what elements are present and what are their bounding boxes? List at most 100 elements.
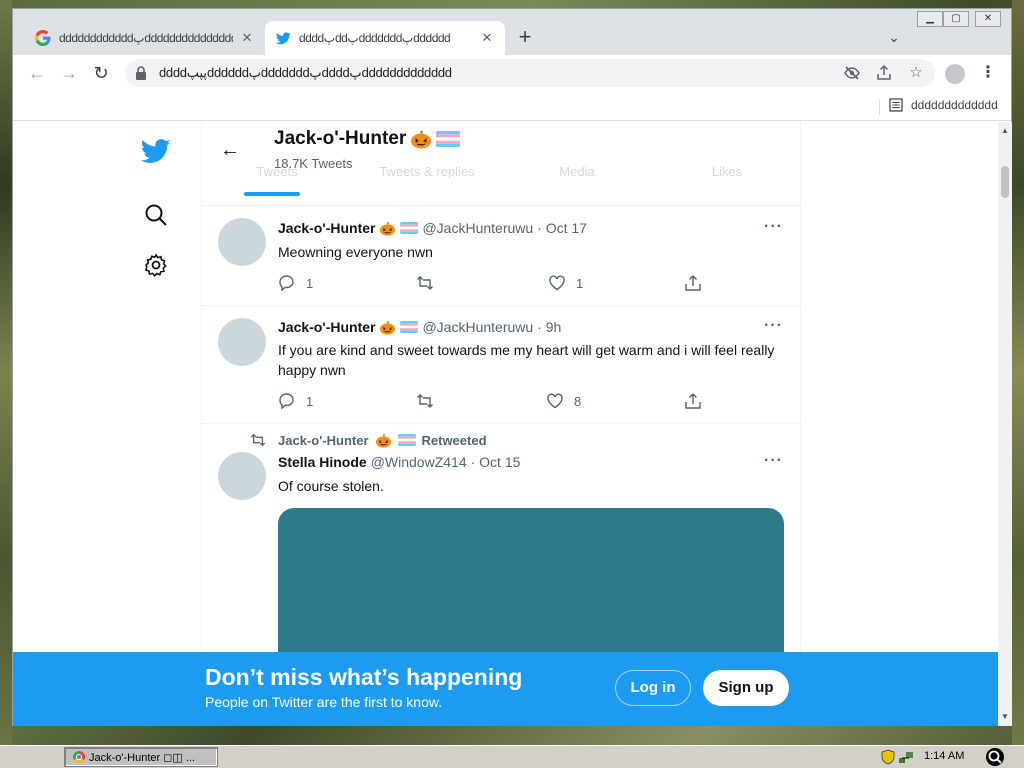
tab-tweets-replies[interactable]: Tweets & replies [352, 158, 502, 198]
author-name[interactable]: Jack-o'-Hunter [278, 319, 375, 335]
retweeted-text: Retweeted [421, 432, 487, 448]
vertical-scrollbar[interactable]: ▲ ▼ [998, 122, 1012, 726]
pumpkin-emoji-icon [380, 320, 396, 335]
more-options-icon[interactable]: ··· [764, 317, 783, 335]
profile-avatar-icon[interactable] [945, 64, 965, 84]
more-options-icon[interactable]: ··· [764, 452, 783, 470]
apple-menu-icon[interactable] [18, 749, 34, 765]
reply-button[interactable]: 1 [278, 392, 313, 410]
avatar[interactable] [218, 318, 266, 366]
url-text: ddddپپپddddddپdddddddپddddپddddddddddddd [159, 65, 452, 80]
settings-gear-icon[interactable] [141, 250, 171, 280]
star-bookmark-icon[interactable]: ☆ [907, 64, 925, 82]
author-handle[interactable]: @WindowZ414 [371, 454, 467, 470]
avatar[interactable] [218, 218, 266, 266]
shield-icon[interactable] [880, 749, 896, 765]
reading-list-icon [889, 98, 903, 112]
author-name[interactable]: Stella Hinode [278, 454, 367, 470]
retweeted-label: Jack-o'-Hunter Retweeted [250, 432, 487, 448]
tab-title: ddddپddپdddddddپdddddd [299, 31, 451, 45]
retweet-button[interactable] [416, 392, 434, 410]
retweet-button[interactable] [416, 274, 434, 292]
tweet-count: 18.7K Tweets [274, 156, 353, 171]
chrome-icon [73, 751, 85, 763]
tweet-text: Meowning everyone nwn [278, 244, 433, 260]
retweeter-name[interactable]: Jack-o'-Hunter [278, 433, 369, 448]
reply-count: 1 [306, 275, 314, 291]
reading-list-button[interactable]: ddddddddddddd [889, 98, 998, 112]
chevron-down-icon[interactable]: ⌄ [885, 29, 903, 47]
pumpkin-emoji-icon [411, 130, 432, 149]
maximize-button[interactable]: ▢ [943, 11, 969, 27]
tab-likes[interactable]: Likes [652, 158, 802, 198]
taskbar: Jack-o'-Hunter ◻◫ ... 1:14 AM [0, 745, 1024, 768]
author-handle[interactable]: @JackHunteruwu [422, 220, 533, 236]
google-g-icon [35, 30, 51, 46]
close-tab-icon[interactable]: ✕ [479, 30, 495, 46]
close-tab-icon[interactable]: ✕ [239, 30, 255, 46]
share-icon [685, 393, 701, 409]
tab-media[interactable]: Media [502, 158, 652, 198]
pumpkin-emoji-icon [375, 433, 391, 448]
reload-button[interactable]: ↻ [89, 61, 113, 85]
back-button[interactable]: ← [25, 61, 49, 85]
browser-tab-google[interactable]: ddddddddddddپddddddddddddddd ✕ [25, 21, 265, 55]
more-options-icon[interactable]: ··· [764, 218, 783, 236]
banner-subtitle: People on Twitter are the first to know. [205, 694, 443, 710]
forward-button[interactable]: → [57, 61, 81, 85]
reading-list-label: ddddddddddddd [911, 98, 998, 112]
tweet[interactable]: Jack-o'-Hunter @JackHunteruwu · 9h ··· I… [202, 306, 802, 424]
tweet-time[interactable]: · Oct 15 [471, 454, 521, 470]
eye-slash-icon[interactable] [843, 64, 861, 82]
share-button[interactable] [684, 392, 702, 410]
heart-icon [549, 275, 565, 291]
tweet-time[interactable]: · 9h [537, 319, 561, 335]
timeline-column: Tweets Tweets & replies Media Likes ← Ja… [201, 122, 802, 726]
profile-name-text: Jack-o'-Hunter [274, 128, 407, 149]
retweet-icon [250, 433, 266, 447]
scroll-up-icon[interactable]: ▲ [1000, 126, 1010, 135]
search-icon[interactable] [986, 748, 1004, 766]
search-icon[interactable] [141, 200, 171, 230]
like-button[interactable]: 1 [548, 274, 583, 292]
reply-button[interactable]: 1 [278, 274, 313, 292]
address-bar[interactable]: ddddپپپddddddپdddddddپddddپddddddddddddd… [125, 59, 935, 87]
avatar[interactable] [218, 452, 266, 500]
author-handle[interactable]: @JackHunteruwu [422, 319, 533, 335]
login-button[interactable]: Log in [615, 670, 691, 706]
signup-button[interactable]: Sign up [703, 670, 789, 706]
lock-icon [136, 66, 146, 80]
tab-strip: ddddddddddddپddddddddddddddd ✕ ddddپddپd… [13, 9, 1011, 55]
scroll-down-icon[interactable]: ▼ [1000, 712, 1010, 721]
banner-title: Don’t miss what’s happening [205, 664, 523, 690]
tweet-header: Jack-o'-Hunter @JackHunteruwu · 9h [278, 319, 561, 335]
tweet-header: Stella Hinode @WindowZ414 · Oct 15 [278, 454, 520, 470]
menu-dots-icon[interactable]: ⋮ [979, 63, 997, 83]
close-window-button[interactable]: ✕ [975, 11, 1001, 27]
like-button[interactable]: 8 [546, 392, 581, 410]
signup-banner: Don’t miss what’s happening People on Tw… [13, 652, 998, 726]
retweet-icon [417, 394, 433, 408]
taskbar-clock[interactable]: 1:14 AM [924, 750, 964, 762]
browser-tab-twitter[interactable]: ddddپddپdddddddپdddddd ✕ [265, 21, 505, 55]
desktop-background-right [1012, 0, 1024, 745]
twitter-logo-icon[interactable] [141, 136, 171, 166]
bookmarks-bar: ddddddddddddd [13, 91, 1011, 121]
share-button[interactable] [684, 274, 702, 292]
new-tab-button[interactable]: + [513, 26, 537, 50]
scroll-thumb[interactable] [1001, 166, 1009, 198]
active-tab-underline [244, 192, 300, 196]
back-arrow-icon[interactable]: ← [218, 138, 242, 162]
bookmarks-divider [879, 99, 880, 115]
page-viewport: Tweets Tweets & replies Media Likes ← Ja… [13, 122, 998, 726]
profile-header: Tweets Tweets & replies Media Likes ← Ja… [202, 122, 802, 202]
author-name[interactable]: Jack-o'-Hunter [278, 220, 375, 236]
taskbar-item-label: Jack-o'-Hunter ◻◫ ... [89, 751, 195, 764]
tweet-time[interactable]: · Oct 17 [537, 220, 587, 236]
minimize-button[interactable]: ▁ [917, 11, 943, 27]
share-icon[interactable] [875, 64, 893, 82]
taskbar-item-browser[interactable]: Jack-o'-Hunter ◻◫ ... [64, 747, 218, 767]
tweet[interactable]: Jack-o'-Hunter @JackHunteruwu · Oct 17 ·… [202, 206, 802, 306]
like-count: 8 [574, 393, 582, 409]
network-icon[interactable] [898, 749, 914, 765]
